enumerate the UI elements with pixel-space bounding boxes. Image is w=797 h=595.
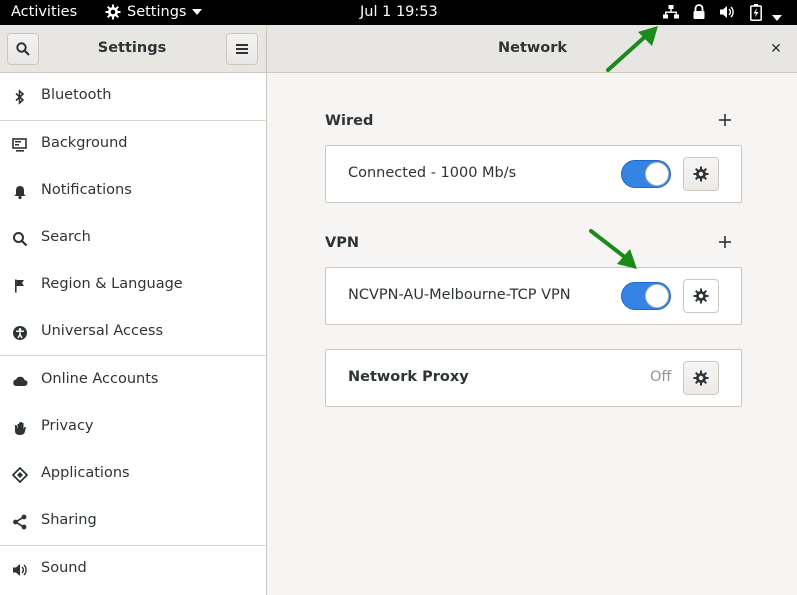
sidebar-item-privacy[interactable]: Privacy xyxy=(0,404,266,451)
search-icon xyxy=(16,42,30,56)
page-title: Network xyxy=(497,40,568,56)
hand-icon xyxy=(15,422,26,435)
lock-icon xyxy=(692,4,706,24)
network-proxy-status: Off xyxy=(650,369,672,385)
sidebar-item-label: Region & Language xyxy=(41,276,183,292)
network-proxy-label: Network Proxy xyxy=(348,369,469,385)
sidebar-item-label: Universal Access xyxy=(41,323,164,339)
accessibility-icon xyxy=(13,326,27,340)
sidebar-item-universal-access[interactable]: Universal Access xyxy=(0,309,266,356)
sidebar-item-label: Applications xyxy=(41,465,130,481)
add-wired-button[interactable] xyxy=(717,114,733,130)
network-proxy-row[interactable]: Network Proxy Off xyxy=(325,349,742,407)
annotation-arrow-icon xyxy=(589,229,637,269)
toggle-knob xyxy=(645,162,669,186)
gear-icon xyxy=(105,4,121,20)
sidebar-item-applications[interactable]: Applications xyxy=(0,451,266,498)
gear-icon xyxy=(693,370,709,386)
plus-icon xyxy=(719,114,731,126)
gear-icon xyxy=(693,166,709,182)
battery-icon xyxy=(750,4,762,25)
sidebar-title: Settings xyxy=(97,40,167,56)
wired-connection-row: Connected - 1000 Mb/s xyxy=(325,145,742,203)
bluetooth-icon xyxy=(15,89,25,105)
primary-menu-button[interactable] xyxy=(226,33,258,65)
vpn-settings-button[interactable] xyxy=(683,279,719,313)
applications-icon xyxy=(12,467,28,483)
top-bar: Activities Settings Jul 1 19:53 xyxy=(0,0,797,25)
annotation-arrow-icon xyxy=(606,26,658,72)
network-panel: Wired Connected - 1000 Mb/s VPN NCVPN-AU… xyxy=(268,73,797,595)
sidebar-item-online-accounts[interactable]: Online Accounts xyxy=(0,357,266,404)
close-icon: ✕ xyxy=(770,41,782,57)
sidebar-item-label: Online Accounts xyxy=(41,371,159,387)
vpn-section-title: VPN xyxy=(325,235,359,251)
activities-button[interactable]: Activities xyxy=(11,4,77,20)
vpn-connection-row: NCVPN-AU-Melbourne-TCP VPN xyxy=(325,267,742,325)
add-vpn-button[interactable] xyxy=(717,236,733,252)
speaker-icon xyxy=(13,564,27,576)
sidebar-item-background[interactable]: Background xyxy=(0,121,266,168)
sidebar-item-search[interactable]: Search xyxy=(0,215,266,262)
plus-icon xyxy=(719,236,731,248)
tray-chevron-down-icon xyxy=(772,9,782,25)
search-button[interactable] xyxy=(7,33,39,65)
search-icon xyxy=(13,232,28,247)
flag-icon xyxy=(15,279,24,293)
hamburger-menu-icon xyxy=(236,44,248,54)
header-bar: Settings Network ✕ xyxy=(0,25,797,73)
chevron-down-icon xyxy=(192,9,203,15)
sidebar-header: Settings xyxy=(0,25,267,72)
sidebar-item-region-language[interactable]: Region & Language xyxy=(0,262,266,309)
close-button[interactable]: ✕ xyxy=(766,39,786,59)
sidebar: Bluetooth Background Notifications Searc… xyxy=(0,73,267,595)
sidebar-item-bluetooth[interactable]: Bluetooth xyxy=(0,73,266,120)
wired-status: Connected - 1000 Mb/s xyxy=(348,165,517,181)
sidebar-item-label: Search xyxy=(41,229,91,245)
clock[interactable]: Jul 1 19:53 xyxy=(360,4,438,20)
wired-settings-button[interactable] xyxy=(683,157,719,191)
toggle-knob xyxy=(645,284,669,308)
sidebar-item-notifications[interactable]: Notifications xyxy=(0,168,266,215)
gear-icon xyxy=(693,288,709,304)
vpn-toggle[interactable] xyxy=(621,282,671,310)
sidebar-item-sharing[interactable]: Sharing xyxy=(0,498,266,545)
divider xyxy=(0,355,266,356)
share-icon xyxy=(13,514,27,530)
volume-icon xyxy=(719,4,735,24)
sidebar-item-label: Notifications xyxy=(41,182,132,198)
app-menu[interactable]: Settings xyxy=(105,4,203,20)
vpn-connection-name: NCVPN-AU-Melbourne-TCP VPN xyxy=(348,287,571,303)
app-menu-label: Settings xyxy=(127,4,187,20)
network-wired-icon xyxy=(663,4,679,24)
sidebar-item-sound[interactable]: Sound xyxy=(0,546,266,593)
wired-section-title: Wired xyxy=(325,113,374,129)
proxy-settings-button[interactable] xyxy=(683,361,719,395)
sidebar-item-label: Background xyxy=(41,135,128,151)
sidebar-item-label: Sharing xyxy=(41,512,97,528)
sidebar-item-label: Sound xyxy=(41,560,87,576)
sidebar-item-label: Privacy xyxy=(41,418,94,434)
cloud-icon xyxy=(13,376,28,386)
bell-icon xyxy=(14,186,26,200)
background-icon xyxy=(12,138,27,152)
sidebar-item-label: Bluetooth xyxy=(41,87,112,103)
wired-toggle[interactable] xyxy=(621,160,671,188)
